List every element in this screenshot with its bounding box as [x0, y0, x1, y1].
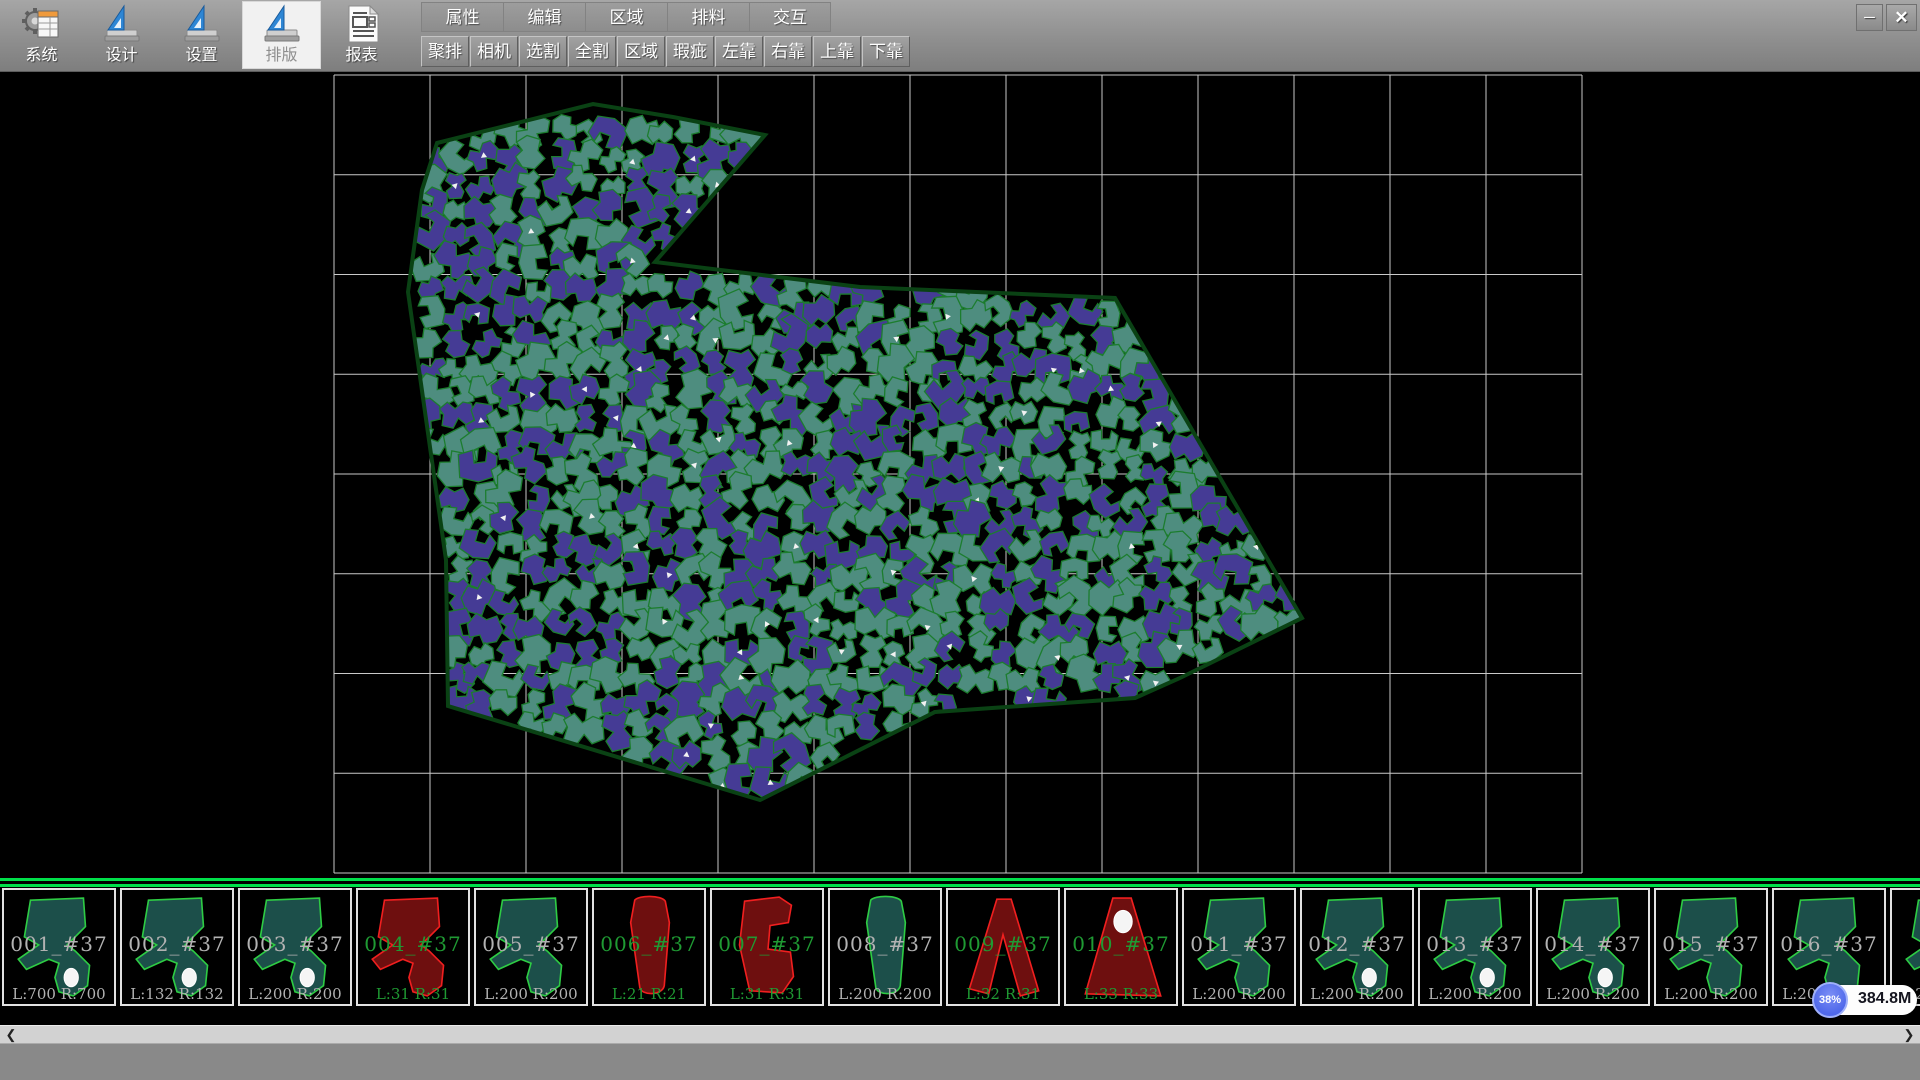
strip-separator-line — [0, 884, 1920, 887]
tool-camera[interactable]: 相机 — [470, 36, 518, 67]
part-id-label: 001_#37 — [4, 932, 114, 956]
part-id-label: 003_#37 — [240, 932, 350, 956]
part-thumbnail[interactable]: 001_#37 L:700 R:700 — [2, 888, 116, 1006]
tool-align-bottom[interactable]: 下靠 — [862, 36, 910, 67]
memory-value: 384.8M — [1858, 990, 1911, 1008]
part-thumbnail[interactable]: 014_#37 L:200 R:200 — [1536, 888, 1650, 1006]
settings-button[interactable]: 设置 — [162, 1, 241, 69]
part-id-label: 010_#37 — [1066, 932, 1176, 956]
part-lr-count-label: L:700 R:700 — [4, 985, 114, 1003]
part-lr-count-label: L:33 R:33 — [1066, 985, 1176, 1003]
part-id-label: 008_#37 — [830, 932, 940, 956]
system-gear-icon — [20, 3, 64, 45]
part-thumbnail[interactable]: 003_#37 L:200 R:200 — [238, 888, 352, 1006]
part-lr-count-label: L:200 R:200 — [830, 985, 940, 1003]
part-lr-count-label: L:200 R:200 — [1420, 985, 1530, 1003]
part-id-label: 006_#37 — [594, 932, 704, 956]
nesting-canvas[interactable] — [0, 72, 1920, 878]
part-thumbnail[interactable]: 006_#37 L:21 R:21 — [592, 888, 706, 1006]
part-thumbnail[interactable]: 012_#37 L:200 R:200 — [1300, 888, 1414, 1006]
menu-properties[interactable]: 属性 — [421, 2, 503, 32]
tool-row: 聚排 相机 选割 全割 区域 瑕疵 左靠 右靠 上靠 下靠 — [421, 36, 911, 67]
tool-select-cut[interactable]: 选割 — [519, 36, 567, 67]
part-lr-count-label: L:200 R:200 — [1538, 985, 1648, 1003]
part-id-label: 012_#37 — [1302, 932, 1412, 956]
part-thumbnail[interactable]: 007_#37 L:31 R:31 — [710, 888, 824, 1006]
tool-align-top[interactable]: 上靠 — [813, 36, 861, 67]
close-button[interactable]: ✕ — [1886, 4, 1917, 31]
progress-percent-badge: 38% — [1812, 982, 1848, 1018]
menu-edit[interactable]: 编辑 — [503, 2, 585, 32]
part-id-label: 005_#37 — [476, 932, 586, 956]
part-lr-count-label: L:200 R:200 — [240, 985, 350, 1003]
settings-button-label: 设置 — [185, 45, 217, 67]
part-thumbnail[interactable]: 008_#37 L:200 R:200 — [828, 888, 942, 1006]
settings-ruler-icon — [180, 3, 224, 45]
menu-interaction[interactable]: 交互 — [749, 2, 831, 32]
part-id-label: 016_#37 — [1774, 932, 1884, 956]
horizontal-scrollbar[interactable]: ❮ ❯ — [0, 1025, 1920, 1043]
main-toolbar: 系统 设计 设置 — [0, 0, 1920, 72]
part-lr-count-label: L:31 R:31 — [358, 985, 468, 1003]
application-window: 系统 设计 设置 — [0, 0, 1920, 1080]
design-ruler-icon — [100, 3, 144, 45]
part-lr-count-label: L:32 R:31 — [948, 985, 1058, 1003]
part-id-label: 013_#37 — [1420, 932, 1530, 956]
part-lr-count-label: L:200 R:200 — [1302, 985, 1412, 1003]
design-button-label: 设计 — [105, 45, 137, 67]
part-lr-count-label: L:31 R:31 — [712, 985, 822, 1003]
part-id-label: 009_#37 — [948, 932, 1058, 956]
menu-region[interactable]: 区域 — [585, 2, 667, 32]
report-button-label: 报表 — [345, 45, 377, 67]
report-doc-icon — [340, 3, 384, 45]
design-button[interactable]: 设计 — [82, 1, 161, 69]
part-id-label: 011_#37 — [1184, 932, 1294, 956]
nesting-ruler-icon — [260, 3, 304, 45]
part-id-label: 002_#37 — [122, 932, 232, 956]
minimize-button[interactable]: ─ — [1856, 4, 1883, 31]
nesting-button-label: 排版 — [265, 45, 297, 67]
part-thumbnail[interactable]: 002_#37 L:132 R:132 — [120, 888, 234, 1006]
part-id-label: 004_#37 — [358, 932, 468, 956]
parts-strip: 001_#37 L:700 R:700 002_#37 L:132 R:132 003_… — [0, 878, 1920, 1008]
part-thumbnail[interactable]: 011_#37 L:200 R:200 — [1182, 888, 1296, 1006]
tool-region[interactable]: 区域 — [617, 36, 665, 67]
part-thumbnail[interactable]: 015_#37 L:200 R:200 — [1654, 888, 1768, 1006]
strip-separator-line — [0, 878, 1920, 881]
part-thumbnail[interactable]: 010_#37 L:33 R:33 — [1064, 888, 1178, 1006]
tool-align-right[interactable]: 右靠 — [764, 36, 812, 67]
tool-cut-all[interactable]: 全割 — [568, 36, 616, 67]
menu-nest[interactable]: 排料 — [667, 2, 749, 32]
tool-defect[interactable]: 瑕疵 — [666, 36, 714, 67]
menu-row: 属性 编辑 区域 排料 交互 — [421, 2, 831, 32]
part-id-label: 015_#37 — [1656, 932, 1766, 956]
part-lr-count-label: L:200 R:200 — [476, 985, 586, 1003]
part-thumbnail[interactable]: 004_#37 L:31 R:31 — [356, 888, 470, 1006]
part-thumbnail[interactable]: 005_#37 L:200 R:200 — [474, 888, 588, 1006]
system-button[interactable]: 系统 — [2, 1, 81, 69]
part-lr-count-label: L:132 R:132 — [122, 985, 232, 1003]
tool-align-left[interactable]: 左靠 — [715, 36, 763, 67]
tool-cluster-nest[interactable]: 聚排 — [421, 36, 469, 67]
hide-nesting-view — [0, 72, 1920, 878]
part-thumbnail[interactable]: 009_#37 L:32 R:31 — [946, 888, 1060, 1006]
system-button-label: 系统 — [25, 45, 57, 67]
part-id-label: 014_#37 — [1538, 932, 1648, 956]
status-bar — [0, 1043, 1920, 1080]
scroll-right-icon[interactable]: ❯ — [1898, 1026, 1920, 1044]
part-lr-count-label: L:200 R:200 — [1656, 985, 1766, 1003]
nesting-button[interactable]: 排版 — [242, 1, 321, 69]
part-lr-count-label: L:21 R:21 — [594, 985, 704, 1003]
parts-list: 001_#37 L:700 R:700 002_#37 L:132 R:132 003_… — [2, 888, 1920, 1006]
part-thumbnail[interactable]: 013_#37 L:200 R:200 — [1418, 888, 1532, 1006]
report-button[interactable]: 报表 — [322, 1, 401, 69]
part-id-label: 007_#37 — [712, 932, 822, 956]
part-lr-count-label: L:200 R:200 — [1184, 985, 1294, 1003]
scroll-left-icon[interactable]: ❮ — [0, 1026, 22, 1044]
